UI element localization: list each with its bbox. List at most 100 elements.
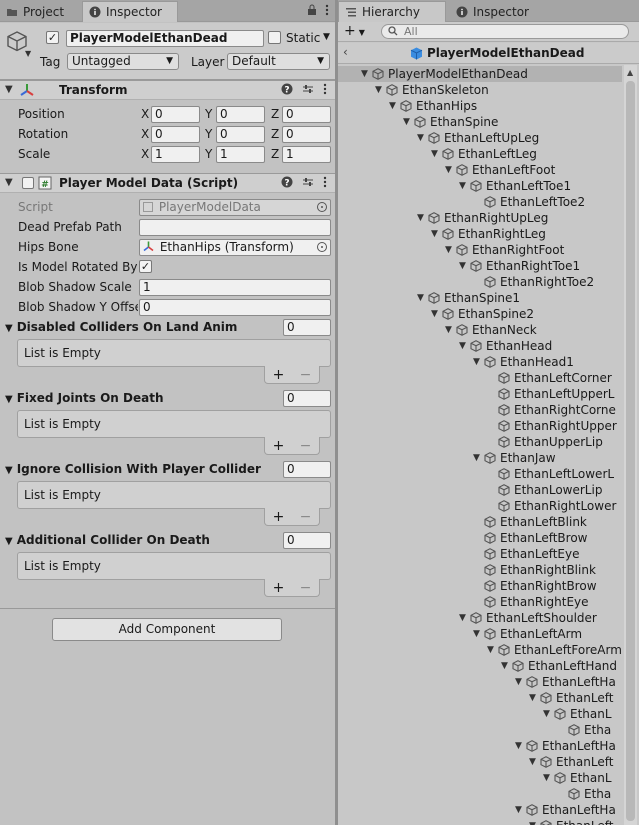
hierarchy-item[interactable]: ▼ EthanLeftShoulder — [338, 610, 622, 626]
hierarchy-item[interactable]: EthanRightBrow — [338, 578, 622, 594]
dead-prefab-path-field[interactable] — [139, 219, 331, 236]
foldout-arrow-icon[interactable]: ▼ — [515, 738, 522, 754]
gameobject-name-field[interactable]: PlayerModelEthanDead — [66, 30, 264, 47]
hierarchy-item[interactable]: ▼ EthanRightUpLeg — [338, 210, 622, 226]
foldout-arrow-icon[interactable]: ▼ — [403, 114, 410, 130]
foldout-arrow-icon[interactable]: ▼ — [431, 226, 438, 242]
tab-hierarchy[interactable]: Hierarchy — [338, 1, 446, 22]
hierarchy-item[interactable]: ▼ EthanRightLeg — [338, 226, 622, 242]
hierarchy-item[interactable]: EthanLeftUpperL — [338, 386, 622, 402]
foldout-arrow-icon[interactable]: ▼ — [473, 450, 480, 466]
transform-header[interactable]: ▼ Transform ? — [0, 80, 335, 100]
add-component-button[interactable]: Add Component — [52, 618, 282, 641]
position-z-field[interactable]: 0 — [282, 106, 331, 123]
static-checkbox[interactable] — [268, 31, 281, 44]
foldout-arrow-icon[interactable]: ▼ — [389, 98, 396, 114]
component-enabled-checkbox[interactable] — [22, 177, 34, 189]
tab-project[interactable]: Project — [0, 1, 78, 22]
add-element-button[interactable]: + — [273, 580, 285, 596]
remove-element-button[interactable]: − — [300, 509, 312, 525]
list-header-fixed-joints[interactable]: ▼ Fixed Joints On Death — [5, 391, 163, 405]
tab-inspector-right[interactable]: Inspector — [450, 1, 540, 22]
hierarchy-item[interactable]: ▼ EthanLeftToe1 — [338, 178, 622, 194]
foldout-arrow-icon[interactable]: ▼ — [459, 178, 466, 194]
player-model-data-header[interactable]: ▼ # Player Model Data (Script) ? — [0, 173, 335, 193]
hierarchy-item[interactable]: Etha — [338, 722, 622, 738]
help-icon[interactable]: ? — [281, 176, 293, 188]
hierarchy-item[interactable]: ▼ EthanLeftUpLeg — [338, 130, 622, 146]
add-element-button[interactable]: + — [273, 438, 285, 454]
blob-shadow-scale-field[interactable]: 1 — [139, 279, 331, 296]
preset-sliders-icon[interactable] — [302, 83, 314, 95]
hierarchy-item[interactable]: EthanLeftEye — [338, 546, 622, 562]
hierarchy-item[interactable]: ▼ EthanHead1 — [338, 354, 622, 370]
kebab-menu-icon[interactable] — [323, 83, 327, 95]
foldout-arrow-icon[interactable]: ▼ — [459, 338, 466, 354]
position-y-field[interactable]: 0 — [216, 106, 265, 123]
object-picker-icon[interactable] — [317, 242, 327, 252]
lock-icon[interactable] — [307, 4, 317, 16]
hierarchy-item[interactable]: ▼ EthanLeftHa — [338, 674, 622, 690]
rotation-y-field[interactable]: 0 — [216, 126, 265, 143]
position-x-field[interactable]: 0 — [151, 106, 200, 123]
hierarchy-item[interactable]: ▼ EthanLeftHa — [338, 738, 622, 754]
hierarchy-item[interactable]: ▼ EthanSpine1 — [338, 290, 622, 306]
hierarchy-item[interactable]: ▼ EthanLeftLeg — [338, 146, 622, 162]
scale-x-field[interactable]: 1 — [151, 146, 200, 163]
hierarchy-item[interactable]: EthanLeftBlink — [338, 514, 622, 530]
hierarchy-item[interactable]: EthanUpperLip — [338, 434, 622, 450]
hierarchy-item[interactable]: ▼ EthanRightToe1 — [338, 258, 622, 274]
static-dropdown-caret-icon[interactable]: ▼ — [323, 32, 330, 42]
hierarchy-item[interactable]: EthanLeftToe2 — [338, 194, 622, 210]
remove-element-button[interactable]: − — [300, 367, 312, 383]
hierarchy-item[interactable]: Etha — [338, 786, 622, 802]
hierarchy-item[interactable]: ▼ EthanLeft — [338, 818, 622, 825]
help-icon[interactable]: ? — [281, 83, 293, 95]
foldout-arrow-icon[interactable]: ▼ — [5, 177, 13, 188]
hierarchy-item[interactable]: EthanRightBlink — [338, 562, 622, 578]
foldout-arrow-icon[interactable]: ▼ — [5, 84, 13, 95]
rotation-z-field[interactable]: 0 — [282, 126, 331, 143]
layer-dropdown[interactable]: Default ▼ — [227, 53, 330, 70]
hierarchy-item[interactable]: EthanLeftLowerL — [338, 466, 622, 482]
foldout-arrow-icon[interactable]: ▼ — [529, 690, 536, 706]
foldout-arrow-icon[interactable]: ▼ — [529, 754, 536, 770]
hierarchy-item[interactable]: EthanLowerLip — [338, 482, 622, 498]
scale-z-field[interactable]: 1 — [282, 146, 331, 163]
list-header-ignore-collision[interactable]: ▼ Ignore Collision With Player Collider — [5, 462, 261, 476]
foldout-arrow-icon[interactable]: ▼ — [459, 258, 466, 274]
foldout-arrow-icon[interactable]: ▼ — [445, 162, 452, 178]
foldout-arrow-icon[interactable]: ▼ — [473, 354, 480, 370]
hierarchy-item[interactable]: EthanLeftBrow — [338, 530, 622, 546]
scrollbar-thumb[interactable] — [626, 81, 635, 821]
hierarchy-item[interactable]: ▼ EthanJaw — [338, 450, 622, 466]
foldout-arrow-icon[interactable]: ▼ — [417, 130, 424, 146]
hierarchy-item[interactable]: ▼ EthanLeft — [338, 690, 622, 706]
list-header-additional-collider[interactable]: ▼ Additional Collider On Death — [5, 533, 210, 547]
hierarchy-item[interactable]: EthanRightEye — [338, 594, 622, 610]
hips-bone-field[interactable]: EthanHips (Transform) — [139, 239, 331, 256]
hierarchy-item[interactable]: ▼ EthanLeftHa — [338, 802, 622, 818]
list-size-field[interactable]: 0 — [283, 461, 331, 478]
tag-dropdown[interactable]: Untagged ▼ — [67, 53, 179, 70]
foldout-arrow-icon[interactable]: ▼ — [459, 610, 466, 626]
foldout-arrow-icon[interactable]: ▼ — [515, 674, 522, 690]
foldout-arrow-icon[interactable]: ▼ — [431, 306, 438, 322]
preset-sliders-icon[interactable] — [302, 176, 314, 188]
hierarchy-search-input[interactable]: All — [381, 24, 629, 39]
list-size-field[interactable]: 0 — [283, 390, 331, 407]
remove-element-button[interactable]: − — [300, 580, 312, 596]
foldout-arrow-icon[interactable]: ▼ — [417, 290, 424, 306]
hierarchy-item[interactable]: ▼ EthanLeftFoot — [338, 162, 622, 178]
hierarchy-item[interactable]: ▼ PlayerModelEthanDead — [338, 66, 622, 82]
foldout-arrow-icon[interactable]: ▼ — [431, 146, 438, 162]
hierarchy-item[interactable]: EthanRightUpper — [338, 418, 622, 434]
hierarchy-item[interactable]: EthanLeftCorner — [338, 370, 622, 386]
tab-inspector[interactable]: Inspector — [82, 1, 178, 22]
rotation-x-field[interactable]: 0 — [151, 126, 200, 143]
icon-dropdown-caret-icon[interactable]: ▼ — [25, 49, 31, 58]
kebab-menu-icon[interactable] — [323, 176, 327, 188]
hierarchy-item[interactable]: ▼ EthanHips — [338, 98, 622, 114]
scale-y-field[interactable]: 1 — [216, 146, 265, 163]
scroll-up-arrow-icon[interactable]: ▲ — [627, 68, 633, 77]
